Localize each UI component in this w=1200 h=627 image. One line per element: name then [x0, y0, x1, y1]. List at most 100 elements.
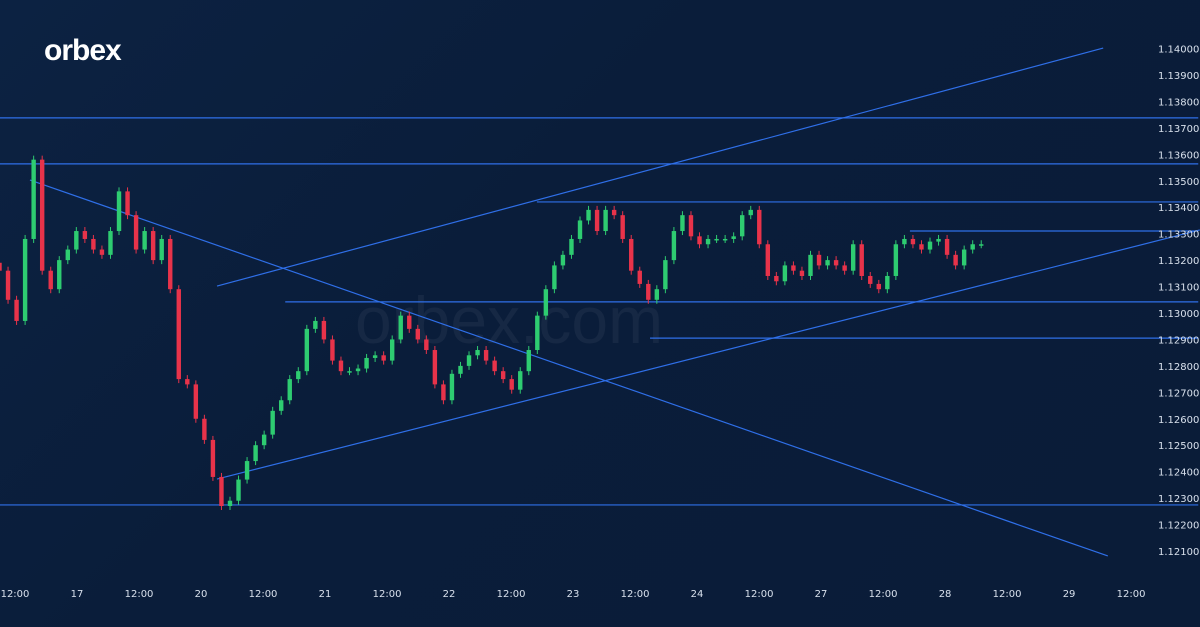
- candle-body: [868, 275, 873, 284]
- candle-body: [313, 320, 318, 329]
- candle: [842, 261, 847, 275]
- candle: [611, 205, 617, 220]
- candle-body: [407, 315, 412, 329]
- candle-body: [705, 238, 711, 245]
- candle: [919, 240, 924, 254]
- candle-body: [791, 265, 796, 271]
- candle: [953, 250, 958, 270]
- trendline-channel-upper: [216, 47, 1104, 287]
- x-tick-label: 24: [691, 589, 704, 600]
- candle-body: [57, 260, 62, 290]
- candle-body: [927, 241, 933, 250]
- candle-body: [219, 476, 224, 507]
- candle: [629, 234, 634, 275]
- candle-body: [509, 379, 514, 390]
- candle: [347, 367, 352, 376]
- candle-body: [492, 360, 497, 372]
- candle-body: [279, 400, 284, 411]
- candle: [688, 211, 694, 241]
- candle: [552, 261, 557, 294]
- x-tick-label: 12:00: [249, 589, 278, 600]
- candle: [535, 311, 540, 355]
- candle-body: [850, 244, 856, 271]
- candle-body: [14, 299, 19, 321]
- candle: [859, 240, 864, 280]
- candle: [270, 406, 275, 439]
- candle: [22, 234, 28, 325]
- time-axis: 12:00 17 12:00 20 12:00 21 12:00 22 12:00 23 12:00…: [1, 589, 1146, 600]
- candle: [432, 346, 438, 389]
- y-tick-label: 1.14000: [1158, 45, 1199, 56]
- candle: [603, 205, 608, 236]
- candle-body: [159, 238, 164, 261]
- candle-body: [398, 315, 403, 340]
- candle-body: [210, 439, 216, 477]
- candle: [261, 430, 267, 450]
- candle-body: [347, 371, 352, 373]
- candle: [543, 285, 549, 320]
- candle: [219, 472, 224, 511]
- candle-body: [458, 365, 463, 374]
- candle: [646, 279, 651, 304]
- candle: [748, 205, 753, 220]
- candle: [202, 414, 207, 444]
- candle: [355, 364, 361, 376]
- candle: [850, 240, 856, 275]
- candle: [338, 356, 344, 376]
- y-tick-label: 1.13800: [1158, 97, 1199, 108]
- candle-body: [99, 249, 105, 255]
- candle-body: [483, 350, 489, 361]
- candle-body: [671, 231, 677, 261]
- candle-body: [833, 260, 839, 266]
- y-tick-label: 1.12100: [1158, 547, 1199, 558]
- candle-body: [244, 461, 250, 480]
- candle: [705, 234, 711, 249]
- candle: [757, 205, 762, 249]
- candle: [116, 187, 122, 236]
- y-tick-label: 1.12700: [1158, 388, 1199, 399]
- candle-body: [202, 418, 207, 440]
- candle-body: [176, 289, 181, 380]
- candle: [893, 240, 899, 280]
- candle: [227, 496, 233, 511]
- candle-body: [432, 350, 438, 385]
- candle-body: [816, 254, 822, 266]
- candle: [637, 266, 642, 288]
- candle-body: [304, 328, 310, 372]
- candle-body: [748, 209, 753, 216]
- candle: [159, 234, 164, 265]
- candle-body: [193, 384, 199, 419]
- candle-body: [150, 231, 156, 261]
- candle-body: [637, 270, 642, 284]
- candle: [680, 211, 685, 236]
- trendline-descending-trendline: [29, 179, 1109, 557]
- candle: [722, 234, 728, 243]
- candle-body: [902, 238, 907, 245]
- candle: [253, 441, 258, 466]
- candle-body: [5, 270, 11, 300]
- candle-body: [885, 275, 890, 290]
- y-tick-label: 1.12500: [1158, 441, 1199, 452]
- candle: [739, 211, 745, 241]
- candle-body: [629, 238, 634, 271]
- candle: [48, 266, 53, 294]
- candle-body: [415, 328, 421, 340]
- candle: [936, 234, 941, 246]
- candle: [31, 155, 36, 243]
- x-tick-label: 12:00: [621, 589, 650, 600]
- candle-body: [142, 231, 147, 250]
- x-tick-label: 12:00: [1117, 589, 1146, 600]
- candle: [569, 234, 574, 259]
- candle: [407, 311, 412, 333]
- candle-body: [842, 265, 847, 271]
- candle: [424, 335, 429, 355]
- candle-body: [953, 254, 958, 266]
- candle: [236, 475, 241, 505]
- candle: [782, 261, 788, 286]
- candle-body: [577, 220, 583, 239]
- candle-body: [253, 445, 258, 462]
- candle: [586, 205, 591, 225]
- candle: [168, 234, 173, 294]
- candle: [39, 155, 45, 275]
- candle-body: [782, 265, 788, 282]
